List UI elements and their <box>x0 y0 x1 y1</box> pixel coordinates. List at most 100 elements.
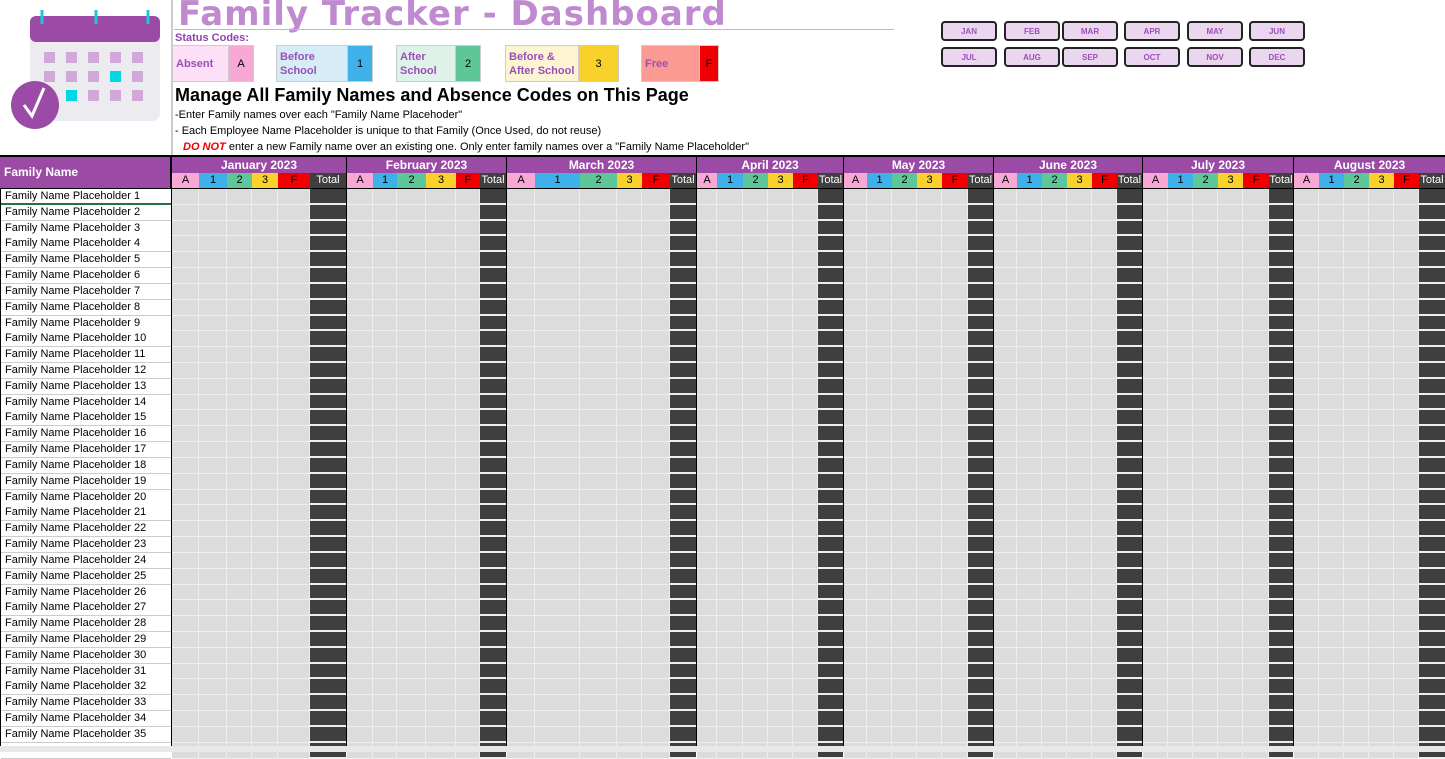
code-cell[interactable] <box>1092 300 1117 316</box>
code-cell[interactable] <box>456 490 480 505</box>
family-name-cell[interactable]: Family Name Placeholder 13 <box>1 379 171 395</box>
code-cell[interactable] <box>1319 632 1344 648</box>
code-cell[interactable] <box>456 410 480 426</box>
code-cell[interactable] <box>1193 648 1218 664</box>
code-cell[interactable] <box>867 363 892 379</box>
code-cell[interactable] <box>507 410 535 426</box>
code-cell[interactable] <box>1319 236 1344 252</box>
code-cell[interactable] <box>892 410 917 426</box>
code-cell[interactable] <box>278 268 310 284</box>
code-cell[interactable] <box>867 537 892 553</box>
code-cell[interactable] <box>917 379 942 395</box>
code-cell[interactable] <box>1193 553 1218 569</box>
code-cell[interactable] <box>397 379 426 395</box>
code-cell[interactable] <box>617 426 642 442</box>
code-cell[interactable] <box>768 490 793 505</box>
code-cell[interactable] <box>1344 221 1369 236</box>
code-cell[interactable] <box>199 664 227 679</box>
code-cell[interactable] <box>617 600 642 616</box>
code-cell[interactable] <box>426 300 456 316</box>
code-cell[interactable] <box>1168 252 1193 268</box>
code-cell[interactable] <box>1243 569 1269 585</box>
code-cell[interactable] <box>397 664 426 679</box>
code-cell[interactable] <box>917 268 942 284</box>
code-cell[interactable] <box>456 616 480 632</box>
code-cell[interactable] <box>994 442 1017 458</box>
code-cell[interactable] <box>1344 268 1369 284</box>
code-cell[interactable] <box>1042 553 1067 569</box>
code-cell[interactable] <box>1092 347 1117 363</box>
code-cell[interactable] <box>1218 189 1243 205</box>
code-cell[interactable] <box>1143 585 1168 600</box>
code-cell[interactable] <box>768 695 793 711</box>
code-cell[interactable] <box>617 505 642 521</box>
code-cell[interactable] <box>1193 727 1218 743</box>
code-cell[interactable] <box>1344 442 1369 458</box>
code-cell[interactable] <box>535 442 580 458</box>
code-cell[interactable] <box>1017 268 1042 284</box>
code-cell[interactable] <box>507 268 535 284</box>
code-cell[interactable] <box>278 505 310 521</box>
code-cell[interactable] <box>347 379 373 395</box>
code-cell[interactable] <box>252 300 278 316</box>
code-cell[interactable] <box>697 236 717 252</box>
code-cell[interactable] <box>743 268 768 284</box>
code-cell[interactable] <box>172 442 199 458</box>
code-cell[interactable] <box>793 585 818 600</box>
code-cell[interactable] <box>1369 268 1394 284</box>
code-cell[interactable] <box>867 236 892 252</box>
code-cell[interactable] <box>1243 727 1269 743</box>
code-cell[interactable] <box>580 363 617 379</box>
code-cell[interactable] <box>1017 521 1042 537</box>
code-cell[interactable] <box>397 189 426 205</box>
code-cell[interactable] <box>717 679 743 695</box>
code-cell[interactable] <box>199 695 227 711</box>
code-cell[interactable] <box>347 585 373 600</box>
code-cell[interactable] <box>535 458 580 474</box>
family-name-cell[interactable]: Family Name Placeholder 16 <box>1 426 171 442</box>
code-cell[interactable] <box>994 268 1017 284</box>
code-cell[interactable] <box>1294 221 1319 236</box>
family-name-cell[interactable]: Family Name Placeholder 30 <box>1 648 171 664</box>
code-cell[interactable] <box>697 300 717 316</box>
code-cell[interactable] <box>1218 221 1243 236</box>
code-cell[interactable] <box>743 458 768 474</box>
code-cell[interactable] <box>535 395 580 410</box>
code-cell[interactable] <box>172 221 199 236</box>
code-cell[interactable] <box>1193 521 1218 537</box>
code-cell[interactable] <box>1243 363 1269 379</box>
month-button-dec[interactable]: DEC <box>1249 47 1305 67</box>
code-cell[interactable] <box>743 695 768 711</box>
code-cell[interactable] <box>1067 474 1092 490</box>
code-cell[interactable] <box>743 664 768 679</box>
code-cell[interactable] <box>580 648 617 664</box>
code-cell[interactable] <box>1193 189 1218 205</box>
code-cell[interactable] <box>227 458 252 474</box>
code-cell[interactable] <box>867 711 892 727</box>
code-cell[interactable] <box>507 189 535 205</box>
code-cell[interactable] <box>1143 679 1168 695</box>
code-cell[interactable] <box>456 664 480 679</box>
code-cell[interactable] <box>942 205 968 221</box>
code-cell[interactable] <box>580 569 617 585</box>
code-cell[interactable] <box>1243 300 1269 316</box>
code-cell[interactable] <box>743 189 768 205</box>
code-cell[interactable] <box>252 284 278 300</box>
code-cell[interactable] <box>697 585 717 600</box>
code-cell[interactable] <box>1092 727 1117 743</box>
code-cell[interactable] <box>426 410 456 426</box>
code-cell[interactable] <box>617 695 642 711</box>
code-cell[interactable] <box>580 458 617 474</box>
code-cell[interactable] <box>535 474 580 490</box>
code-cell[interactable] <box>1294 395 1319 410</box>
code-cell[interactable] <box>1294 458 1319 474</box>
code-cell[interactable] <box>1218 395 1243 410</box>
code-cell[interactable] <box>1394 490 1419 505</box>
code-cell[interactable] <box>994 505 1017 521</box>
code-cell[interactable] <box>1042 252 1067 268</box>
code-cell[interactable] <box>617 474 642 490</box>
family-name-cell[interactable]: Family Name Placeholder 29 <box>1 632 171 648</box>
code-cell[interactable] <box>617 300 642 316</box>
code-cell[interactable] <box>1243 268 1269 284</box>
code-cell[interactable] <box>347 632 373 648</box>
